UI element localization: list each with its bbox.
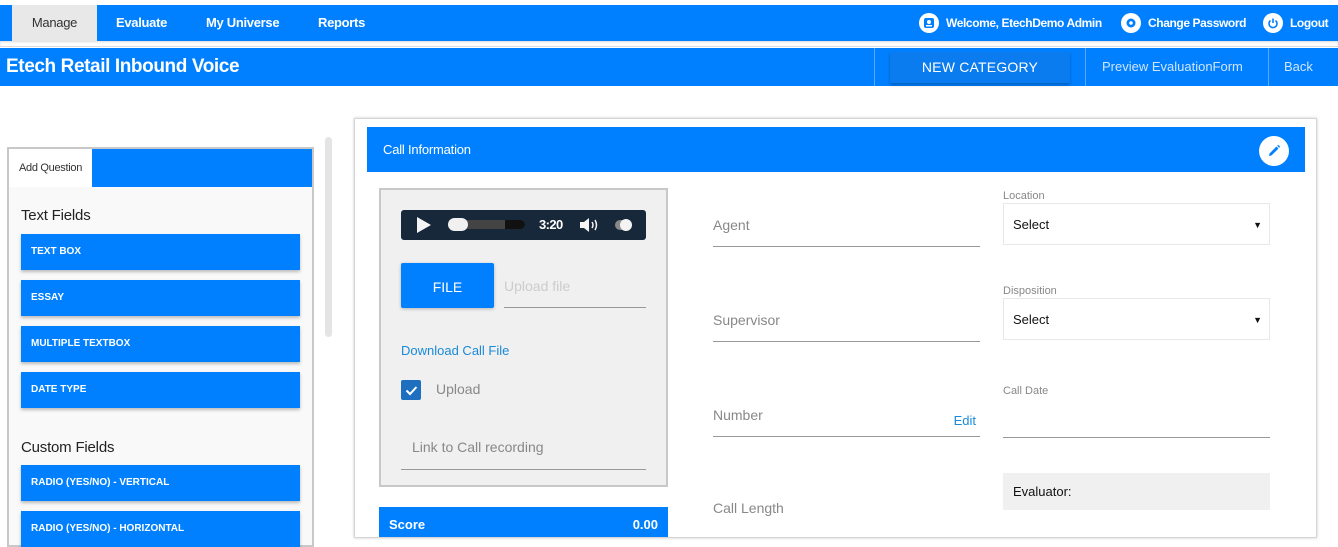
edit-button[interactable] <box>1259 136 1289 166</box>
question-type-multiple-textbox[interactable]: MULTIPLE TEXTBOX <box>21 326 300 362</box>
dropdown-arrow-icon: ▼ <box>1253 220 1262 230</box>
change-password-text: Change Password <box>1148 16 1247 30</box>
sidebar-scrollbar[interactable] <box>325 137 332 337</box>
power-icon <box>1263 13 1283 33</box>
call-date-label: Call Date <box>1003 385 1049 397</box>
file-upload-button[interactable]: FILE <box>401 263 494 308</box>
tab-manage[interactable]: Manage <box>12 5 97 41</box>
seek-handle[interactable] <box>448 218 468 231</box>
disposition-label: Disposition <box>1003 285 1057 297</box>
upload-checkbox[interactable] <box>401 380 421 400</box>
call-recording-link-input[interactable]: Link to Call recording <box>401 430 646 470</box>
call-date-input[interactable] <box>1003 408 1270 438</box>
question-type-text-box[interactable]: TEXT BOX <box>21 234 300 270</box>
download-call-file-link[interactable]: Download Call File <box>401 343 509 358</box>
nav-separator <box>0 41 1338 47</box>
add-question-panel: Add Question Text Fields TEXT BOX ESSAY … <box>7 147 314 547</box>
top-nav: Manage Evaluate My Universe Reports Welc… <box>0 5 1338 41</box>
logout-text: Logout <box>1290 16 1329 30</box>
question-type-essay[interactable]: ESSAY <box>21 280 300 316</box>
preview-evaluation-form-link[interactable]: Preview EvaluationForm <box>1102 48 1243 86</box>
supervisor-label: Supervisor <box>713 312 780 328</box>
upload-file-input[interactable]: Upload file <box>504 272 646 308</box>
dropdown-arrow-icon: ▼ <box>1253 315 1262 325</box>
tab-evaluate[interactable]: Evaluate <box>116 5 167 41</box>
divider <box>1085 48 1086 86</box>
tab-my-universe[interactable]: My Universe <box>206 5 280 41</box>
upload-checkbox-label: Upload <box>436 381 481 397</box>
play-icon[interactable] <box>416 216 432 234</box>
number-edit-link[interactable]: Edit <box>954 413 976 428</box>
location-value: Select <box>1013 217 1050 232</box>
call-length-label: Call Length <box>713 500 784 516</box>
user-icon <box>919 13 939 33</box>
question-type-radio-vertical[interactable]: RADIO (YES/NO) - VERTICAL <box>21 465 300 501</box>
pencil-icon <box>1269 144 1281 156</box>
evaluator-field: Evaluator: <box>1003 473 1270 510</box>
card-header: Call Information <box>367 127 1305 172</box>
disposition-value: Select <box>1013 312 1050 327</box>
tab-reports[interactable]: Reports <box>318 5 365 41</box>
location-label: Location <box>1003 190 1045 202</box>
section-heading-text-fields: Text Fields <box>21 207 91 224</box>
volume-icon[interactable] <box>579 217 605 233</box>
welcome-text: Welcome, EtechDemo Admin <box>946 16 1102 30</box>
disposition-select[interactable]: Select ▼ <box>1003 298 1270 340</box>
agent-field[interactable]: Agent <box>713 207 980 247</box>
audio-player: 3:20 <box>401 210 646 240</box>
question-type-radio-horizontal[interactable]: RADIO (YES/NO) - HORIZONTAL <box>21 511 300 547</box>
time-display: 3:20 <box>539 217 563 232</box>
volume-slider[interactable] <box>615 219 632 231</box>
divider <box>1268 48 1269 86</box>
score-label: Score <box>389 517 426 532</box>
logout-link[interactable]: Logout <box>1263 5 1329 41</box>
location-select[interactable]: Select ▼ <box>1003 203 1270 245</box>
question-type-date-type[interactable]: DATE TYPE <box>21 372 300 408</box>
change-password-link[interactable]: Change Password <box>1121 5 1246 41</box>
panel-tabs: Add Question <box>9 149 312 187</box>
card-title: Call Information <box>383 142 471 157</box>
checkmark-icon <box>405 385 417 395</box>
score-bar: Score 0.00 <box>379 507 668 537</box>
supervisor-field[interactable]: Supervisor <box>713 302 980 342</box>
gear-icon <box>1121 13 1141 33</box>
divider <box>874 48 875 86</box>
agent-label: Agent <box>713 217 750 233</box>
number-label: Number <box>713 407 763 423</box>
number-field[interactable]: Number Edit <box>713 397 980 437</box>
back-link[interactable]: Back <box>1284 48 1313 86</box>
welcome-user[interactable]: Welcome, EtechDemo Admin <box>919 5 1102 41</box>
score-value: 0.00 <box>632 517 658 532</box>
section-heading-custom-fields: Custom Fields <box>21 439 115 456</box>
new-category-button[interactable]: NEW CATEGORY <box>890 52 1070 83</box>
page-title: Etech Retail Inbound Voice <box>6 56 240 77</box>
tab-add-question[interactable]: Add Question <box>9 149 92 187</box>
